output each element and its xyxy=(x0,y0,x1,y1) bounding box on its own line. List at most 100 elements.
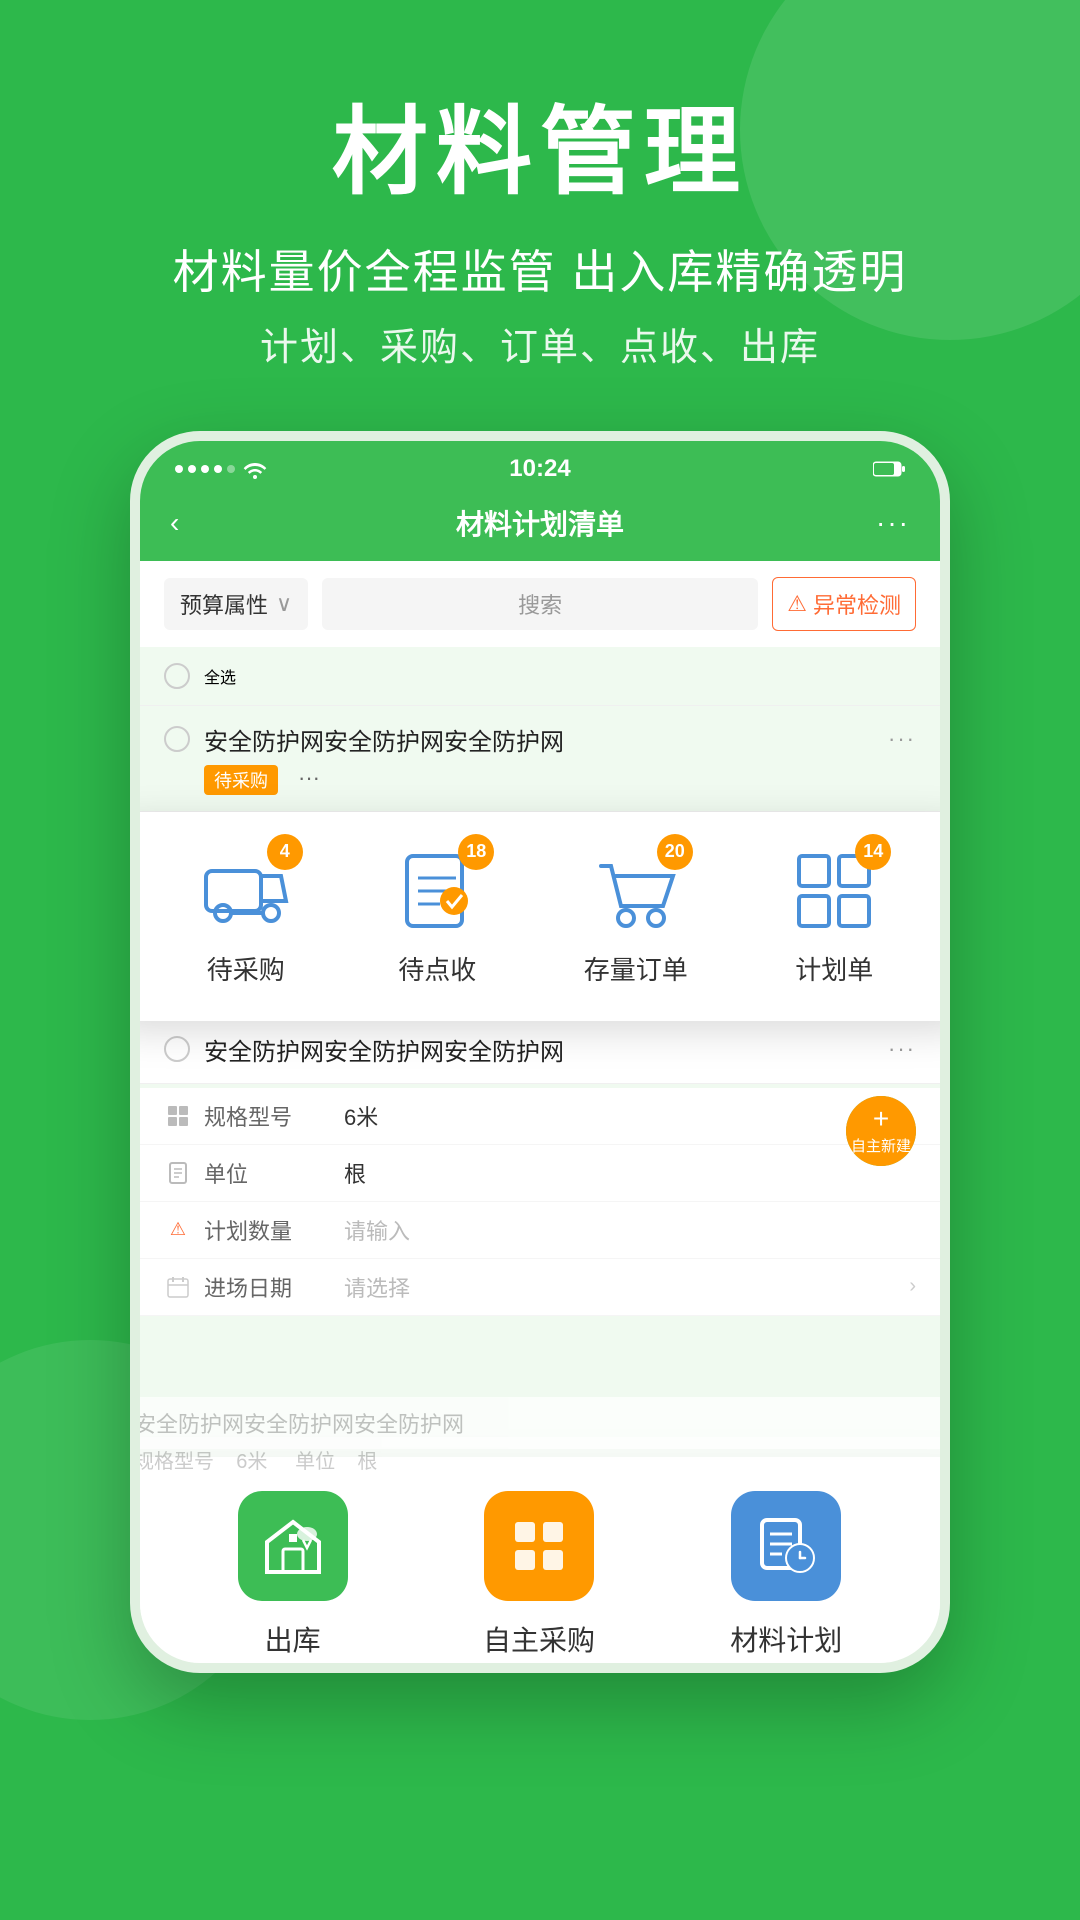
search-placeholder: 搜索 xyxy=(518,593,562,618)
select-all-row[interactable]: 全选 xyxy=(140,647,940,706)
item-more-btn[interactable]: ··· xyxy=(888,726,916,752)
signal-dot-5 xyxy=(227,465,235,473)
plan-list-icon-wrapper: 14 xyxy=(789,846,879,936)
unit-label: 单位 xyxy=(204,1157,344,1189)
pending-receipt-icon-wrapper: 18 xyxy=(392,846,482,936)
detail-row-date[interactable]: 进场日期 请选择 › xyxy=(140,1259,940,1316)
purchase-icon-wrapper xyxy=(484,1491,594,1601)
phone-nav-bar: ‹ 材料计划清单 ··· xyxy=(140,489,940,561)
pending-receipt-label: 待点收 xyxy=(398,950,476,987)
select-all-label: 全选 xyxy=(204,664,236,688)
house-exit-icon xyxy=(261,1514,325,1578)
signal-dot-4 xyxy=(214,465,222,473)
chuku-icon-wrapper xyxy=(238,1491,348,1601)
quick-actions-card: 4 待采购 18 xyxy=(130,812,950,1021)
feature-plan[interactable]: 材料计划 xyxy=(730,1491,842,1659)
selfbuild-float: + 自主新建 xyxy=(846,1096,916,1166)
warning-icon: ⚠ xyxy=(787,591,807,617)
selfbuild-label: 自主新建 xyxy=(851,1135,911,1156)
pending-purchase-icon-wrapper: 4 xyxy=(201,846,291,936)
phone-mockup: 10:24 ‹ 材料计划清单 ··· 预算属性 ∨ 搜索 xyxy=(130,431,950,1673)
selfbuild-btn[interactable]: + 自主新建 xyxy=(846,1096,916,1166)
unit-icon xyxy=(164,1159,192,1187)
unit-value: 根 xyxy=(344,1157,916,1189)
detail-section: 规格型号 6米 单位 根 xyxy=(140,1088,940,1316)
calendar-icon xyxy=(167,1276,189,1298)
pending-purchase-badge: 4 xyxy=(267,834,303,870)
date-placeholder[interactable]: 请选择 xyxy=(344,1271,909,1303)
chuku-label: 出库 xyxy=(265,1619,321,1659)
spec-label: 规格型号 xyxy=(204,1100,344,1132)
header-section: 材料管理 材料量价全程监管 出入库精确透明 计划、采购、订单、点收、出库 xyxy=(0,0,1080,371)
item-spec: ··· xyxy=(298,765,320,795)
nav-title: 材料计划清单 xyxy=(456,503,624,543)
grid-icon xyxy=(167,1105,189,1127)
doc-icon xyxy=(167,1162,189,1184)
action-pending-receipt[interactable]: 18 待点收 xyxy=(392,846,482,987)
qty-label: 计划数量 xyxy=(204,1214,344,1246)
signal-dots xyxy=(175,465,235,473)
item2-more-btn[interactable]: ··· xyxy=(888,1036,916,1062)
plan-list-badge: 14 xyxy=(855,834,891,870)
pending-receipt-badge: 18 xyxy=(458,834,494,870)
action-plan-list[interactable]: 14 计划单 xyxy=(789,846,879,987)
filter-bar: 预算属性 ∨ 搜索 ⚠ 异常检测 xyxy=(140,561,940,647)
stock-orders-badge: 20 xyxy=(657,834,693,870)
plus-icon: + xyxy=(873,1105,889,1133)
select-all-radio[interactable] xyxy=(164,663,190,689)
battery-icon xyxy=(873,460,905,478)
chevron-down-icon: ∨ xyxy=(276,591,292,617)
signal-dot-1 xyxy=(175,465,183,473)
wifi-icon xyxy=(243,459,267,479)
stock-orders-icon-wrapper: 20 xyxy=(591,846,681,936)
nav-back-button[interactable]: ‹ xyxy=(170,507,179,539)
feature-chuku[interactable]: 出库 xyxy=(238,1491,348,1659)
spec-icon xyxy=(164,1102,192,1130)
anomaly-label: 异常检测 xyxy=(813,588,901,620)
detail-row-spec: 规格型号 6米 xyxy=(140,1088,940,1145)
qty-icon: ⚠ xyxy=(164,1216,192,1244)
purchase-label: 自主采购 xyxy=(483,1619,595,1659)
signal-dot-2 xyxy=(188,465,196,473)
subtitle-line2: 计划、采购、订单、点收、出库 xyxy=(0,316,1080,371)
phone-mockup-container: 10:24 ‹ 材料计划清单 ··· 预算属性 ∨ 搜索 xyxy=(130,431,950,1673)
warning-icon: ⚠ xyxy=(170,1219,186,1240)
date-icon xyxy=(164,1273,192,1301)
bg-list-sub: 规格型号 6米 单位 根 xyxy=(130,1437,950,1482)
spec-value: 6米 xyxy=(344,1100,916,1132)
detail-row-unit: 单位 根 AI识别 xyxy=(140,1145,940,1202)
date-label: 进场日期 xyxy=(204,1271,344,1303)
list-item-2: 安全防护网安全防护网安全防护网 ··· xyxy=(140,1016,940,1084)
feature-purchase[interactable]: 自主采购 xyxy=(483,1491,595,1659)
signal-dot-3 xyxy=(201,465,209,473)
page-main-title: 材料管理 xyxy=(0,100,1080,206)
phone-status-bar: 10:24 xyxy=(140,441,940,489)
qty-placeholder[interactable]: 请输入 xyxy=(344,1214,916,1246)
list-item: 安全防护网安全防护网安全防护网 ··· 待采购 ··· xyxy=(140,706,940,812)
property-filter-btn[interactable]: 预算属性 ∨ xyxy=(164,578,308,630)
bottom-feature-cards: 安全防护网安全防护网安全防护网 规格型号 6米 单位 根 xyxy=(130,1457,950,1673)
search-button[interactable]: 搜索 xyxy=(322,578,758,630)
nav-more-button[interactable]: ··· xyxy=(876,507,910,539)
item2-title: 安全防护网安全防护网安全防护网 xyxy=(204,1032,874,1067)
phone-inner-content: 4 待采购 18 xyxy=(140,812,940,1633)
doc-clock-icon xyxy=(754,1514,818,1578)
property-filter-label: 预算属性 xyxy=(180,588,268,620)
item-tag-pending: 待采购 xyxy=(204,765,278,795)
status-time: 10:24 xyxy=(509,455,570,483)
subtitle-line1: 材料量价全程监管 出入库精确透明 xyxy=(0,236,1080,302)
date-chevron-icon: › xyxy=(909,1275,916,1298)
plan-label: 材料计划 xyxy=(730,1619,842,1659)
plan-icon-wrapper xyxy=(731,1491,841,1601)
cart-grid-icon xyxy=(507,1514,571,1578)
item2-radio[interactable] xyxy=(164,1036,190,1062)
action-stock-orders[interactable]: 20 存量订单 xyxy=(584,846,688,987)
item-title: 安全防护网安全防护网安全防护网 xyxy=(204,722,874,757)
item-radio[interactable] xyxy=(164,726,190,752)
action-pending-purchase[interactable]: 4 待采购 xyxy=(201,846,291,987)
anomaly-detect-btn[interactable]: ⚠ 异常检测 xyxy=(772,577,916,631)
detail-row-qty[interactable]: ⚠ 计划数量 请输入 + 自主新建 xyxy=(140,1202,940,1259)
item-tag-row: 待采购 ··· xyxy=(164,765,916,795)
plan-list-label: 计划单 xyxy=(795,950,873,987)
status-icons xyxy=(873,460,905,478)
